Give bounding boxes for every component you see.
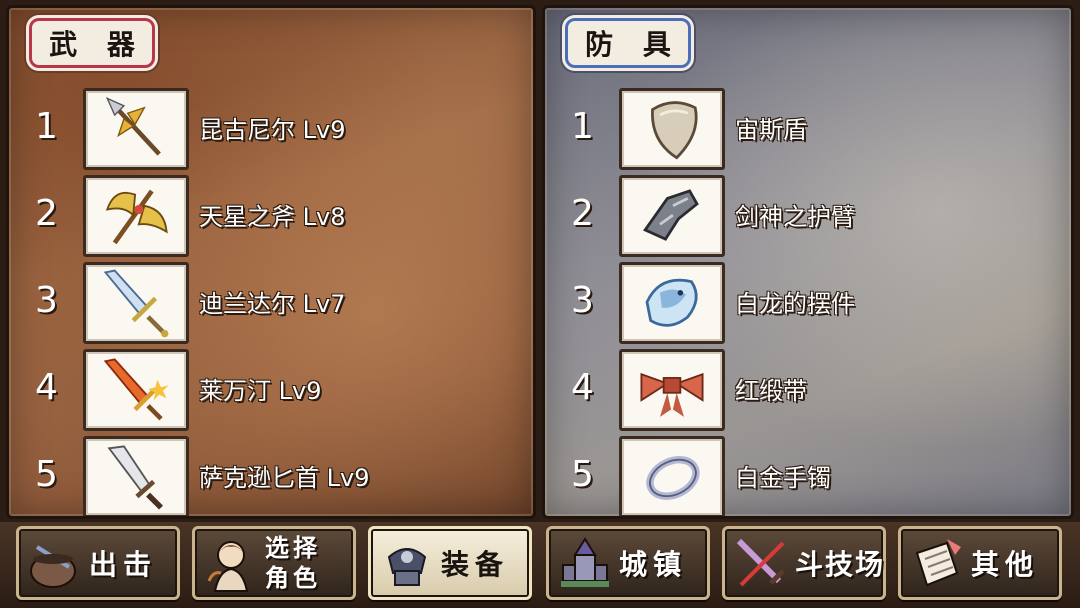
weapon-row-1[interactable]: 1 昆古尼尔 Lv9 (9, 88, 533, 170)
armor-row-4[interactable]: 4 红缎带 (545, 349, 1071, 431)
armor-slot[interactable] (619, 436, 725, 516)
armor-slot[interactable] (619, 88, 725, 170)
weapon-rank: 2 (35, 193, 58, 234)
weapon-slot[interactable] (83, 88, 189, 170)
armor-rank: 2 (571, 193, 594, 234)
armor-rank: 1 (571, 106, 594, 147)
weapon-rank: 1 (35, 106, 58, 147)
weapon-name: 萨克逊匕首 Lv9 (199, 464, 370, 492)
nav-label: 斗技场 (795, 548, 886, 581)
weapon-slot[interactable] (83, 349, 189, 431)
armor-name: 宙斯盾 (735, 116, 807, 144)
shield-icon (651, 101, 698, 160)
crossed-swords-icon (736, 538, 785, 587)
cauldron-icon (30, 545, 76, 588)
armor-icon (387, 548, 427, 586)
nav-select-character-button[interactable]: 选择 角色 (192, 526, 356, 600)
armor-name: 剑神之护臂 (735, 203, 855, 231)
weapon-rank: 5 (35, 454, 58, 495)
armor-name: 白金手镯 (735, 464, 831, 492)
ribbon-icon (640, 372, 704, 417)
weapon-row-4[interactable]: 4 莱万汀 Lv9 (9, 349, 533, 431)
sword-icon (103, 269, 169, 338)
scroll-icon (915, 539, 961, 587)
nav-label-line2: 角色 (265, 564, 321, 592)
armor-rank: 4 (571, 367, 594, 408)
nav-other-button[interactable]: 其他 (898, 526, 1062, 600)
nav-equipment-button[interactable]: 装备 (368, 526, 532, 600)
weapon-slot[interactable] (83, 436, 189, 516)
armor-row-2[interactable]: 2 剑神之护臂 (545, 175, 1071, 257)
nav-arena-button[interactable]: 斗技场 (722, 526, 886, 600)
nav-label: 装备 (441, 548, 510, 581)
flame-sword-icon (103, 358, 169, 421)
character-icon (207, 541, 249, 592)
weapon-row-3[interactable]: 3 迪兰达尔 Lv7 (9, 262, 533, 344)
armor-panel-title: 防 具 (565, 18, 691, 68)
nav-label: 出击 (89, 548, 158, 581)
axe-icon (105, 189, 168, 245)
armor-name: 红缎带 (735, 377, 807, 405)
nav-label-line1: 选择 (265, 534, 321, 562)
dragon-ornament-icon (645, 278, 698, 327)
weapons-panel-title: 武 器 (29, 18, 155, 68)
nav-label: 城镇 (619, 548, 688, 581)
town-icon (561, 537, 609, 587)
weapon-rank: 4 (35, 367, 58, 408)
armor-panel: 防 具 1 宙斯盾 2 剑神之护臂 3 白龙的摆件 4 红缎带 5 白金手镯 (542, 5, 1074, 519)
nav-label: 其他 (971, 548, 1040, 581)
armor-slot[interactable] (619, 349, 725, 431)
weapon-name: 迪兰达尔 Lv7 (199, 290, 346, 318)
armor-rank: 5 (571, 454, 594, 495)
armor-row-1[interactable]: 1 宙斯盾 (545, 88, 1071, 170)
weapon-slot[interactable] (83, 175, 189, 257)
weapon-name: 昆古尼尔 Lv9 (199, 116, 346, 144)
bottom-navbar: 出击 选择 角色 装备 城镇 斗技场 其他 (0, 522, 1080, 608)
weapon-name: 莱万汀 Lv9 (199, 377, 322, 405)
armor-rank: 3 (571, 280, 594, 321)
nav-town-button[interactable]: 城镇 (546, 526, 710, 600)
nav-sortie-button[interactable]: 出击 (16, 526, 180, 600)
armor-row-3[interactable]: 3 白龙的摆件 (545, 262, 1071, 344)
weapons-panel: 武 器 1 昆古尼尔 Lv9 2 天星之斧 Lv8 3 迪兰达尔 Lv7 4 莱… (6, 5, 536, 519)
armor-slot[interactable] (619, 175, 725, 257)
armor-slot[interactable] (619, 262, 725, 344)
weapon-rank: 3 (35, 280, 58, 321)
spear-icon (105, 97, 161, 156)
weapon-slot[interactable] (83, 262, 189, 344)
gauntlet-icon (643, 189, 699, 241)
dagger-icon (107, 445, 163, 510)
bracelet-icon (646, 455, 700, 500)
weapon-row-2[interactable]: 2 天星之斧 Lv8 (9, 175, 533, 257)
armor-name: 白龙的摆件 (735, 290, 855, 318)
nav-label: 选择 角色 (265, 529, 321, 597)
armor-row-5[interactable]: 5 白金手镯 (545, 436, 1071, 516)
weapon-name: 天星之斧 Lv8 (199, 203, 346, 231)
weapon-row-5[interactable]: 5 萨克逊匕首 Lv9 (9, 436, 533, 516)
